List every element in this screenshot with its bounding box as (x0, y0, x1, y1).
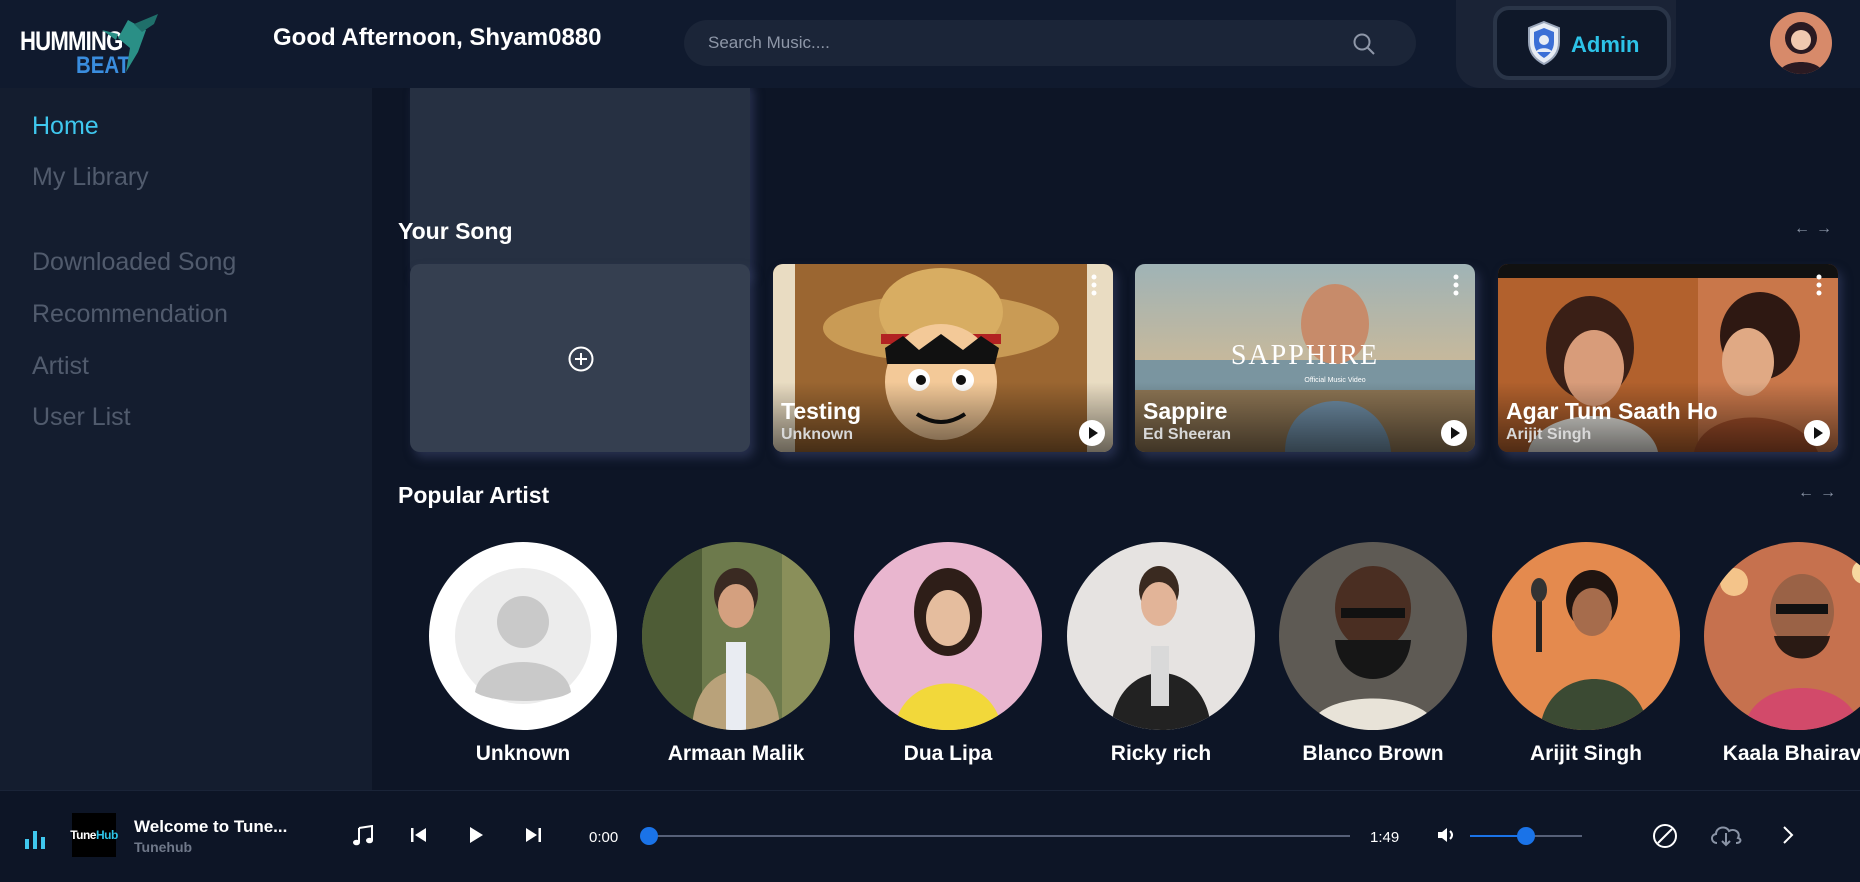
next-track-icon[interactable] (524, 825, 542, 845)
song-title: Testing (781, 398, 862, 424)
thumbnail-text-tune: Tune (70, 828, 96, 842)
app-root: HUMMING BEAT Good Afternoon, Shyam0880 S… (0, 0, 1860, 882)
sidebar-item-my-library[interactable]: My Library (32, 163, 149, 192)
volume-icon[interactable] (1436, 825, 1458, 845)
artist-name: Blanco Brown (1302, 742, 1444, 765)
song-title: Sappire (1143, 398, 1228, 424)
artist-photo (429, 542, 617, 730)
greeting-text: Good Afternoon, Shyam0880 (273, 24, 602, 51)
song-card[interactable]: Testing Unknown (773, 264, 1113, 452)
popular-artist-scroll-arrows[interactable]: ←→ (1798, 484, 1842, 502)
song-title: Agar Tum Saath Ho (1506, 398, 1718, 424)
artist-photo (642, 542, 830, 730)
artist-name: Dua Lipa (903, 742, 993, 765)
search-icon[interactable] (1352, 32, 1376, 56)
admin-label: Admin (1571, 32, 1640, 57)
play-circle-icon[interactable] (1079, 420, 1105, 446)
now-playing-title: Welcome to Tune... (134, 817, 288, 836)
sidebar-item-home[interactable]: Home (32, 112, 99, 141)
admin-shield-icon (1528, 20, 1560, 66)
block-icon[interactable] (1652, 823, 1678, 849)
thumbnail-text-hub: Hub (95, 828, 118, 842)
play-icon[interactable] (467, 825, 485, 845)
user-avatar[interactable] (1770, 12, 1832, 74)
song-artist: Ed Sheeran (1143, 426, 1232, 443)
section-title-your-song: Your Song (398, 218, 513, 244)
volume-slider[interactable] (1470, 827, 1582, 845)
more-vertical-icon[interactable] (1453, 274, 1459, 296)
volume-knob[interactable] (1517, 827, 1535, 845)
top-header: HUMMING BEAT Good Afternoon, Shyam0880 S… (0, 0, 1860, 88)
artist-photo (1279, 542, 1467, 730)
app-logo[interactable]: HUMMING BEAT (20, 12, 170, 79)
avatar-image (1770, 12, 1832, 74)
play-circle-icon[interactable] (1804, 420, 1830, 446)
sidebar-item-artist[interactable]: Artist (32, 352, 89, 381)
artwork-title-text: SAPPHIRE (1231, 340, 1379, 371)
section-title-popular-artist: Popular Artist (398, 482, 550, 508)
add-circle-icon[interactable] (568, 346, 594, 372)
more-vertical-icon[interactable] (1091, 274, 1097, 296)
sidebar-item-downloaded-song[interactable]: Downloaded Song (32, 248, 236, 277)
artist-photo (1492, 542, 1680, 730)
artist-name: Kaala Bhairava (1722, 742, 1860, 765)
hummingbird-icon (102, 14, 158, 72)
song-card[interactable]: Agar Tum Saath Ho Arijit Singh (1498, 264, 1838, 452)
artist-name: Unknown (475, 742, 571, 765)
artist-photo (1067, 542, 1255, 730)
your-song-scroll-arrows[interactable]: ←→ (1794, 220, 1838, 238)
now-playing-artist: Tunehub (134, 839, 193, 855)
sidebar: Home My Library Downloaded Song Recommen… (0, 88, 372, 790)
progress-slider[interactable] (640, 827, 1350, 845)
main-content: Your Song ←→ Testing Unknown SAPPHIRE Of… (372, 88, 1860, 790)
artist-photo (1704, 542, 1860, 730)
sidebar-item-recommendation[interactable]: Recommendation (32, 300, 228, 329)
cloud-download-icon[interactable] (1708, 821, 1744, 849)
empty-card[interactable] (410, 88, 750, 276)
duration-time: 1:49 (1370, 829, 1400, 846)
music-note-icon[interactable] (352, 825, 374, 847)
search-bar[interactable] (684, 20, 1416, 66)
chevron-right-icon[interactable] (1782, 825, 1794, 845)
default-user-icon (429, 542, 617, 730)
song-artist: Unknown (781, 426, 853, 443)
artist-photo (854, 542, 1042, 730)
song-artist: Arijit Singh (1506, 426, 1592, 443)
current-time: 0:00 (589, 829, 619, 846)
previous-track-icon[interactable] (410, 825, 428, 845)
search-input[interactable] (708, 20, 1328, 66)
more-vertical-icon[interactable] (1816, 274, 1822, 296)
artist-name: Arijit Singh (1530, 742, 1642, 765)
music-player-bar: Tune Hub Welcome to Tune... Tunehub 0:00 … (0, 790, 1860, 882)
equalizer-icon[interactable] (24, 829, 46, 849)
add-song-card[interactable] (410, 264, 750, 452)
artist-name: Ricky rich (1110, 742, 1212, 765)
play-circle-icon[interactable] (1441, 420, 1467, 446)
sidebar-item-user-list[interactable]: User List (32, 403, 131, 432)
song-card[interactable]: SAPPHIRE Official Music Video Sappire Ed… (1135, 264, 1475, 452)
artist-name: Armaan Malik (667, 742, 805, 765)
admin-button[interactable]: Admin (1493, 6, 1671, 80)
now-playing-thumbnail[interactable]: Tune Hub (70, 813, 118, 857)
progress-knob[interactable] (640, 827, 658, 845)
